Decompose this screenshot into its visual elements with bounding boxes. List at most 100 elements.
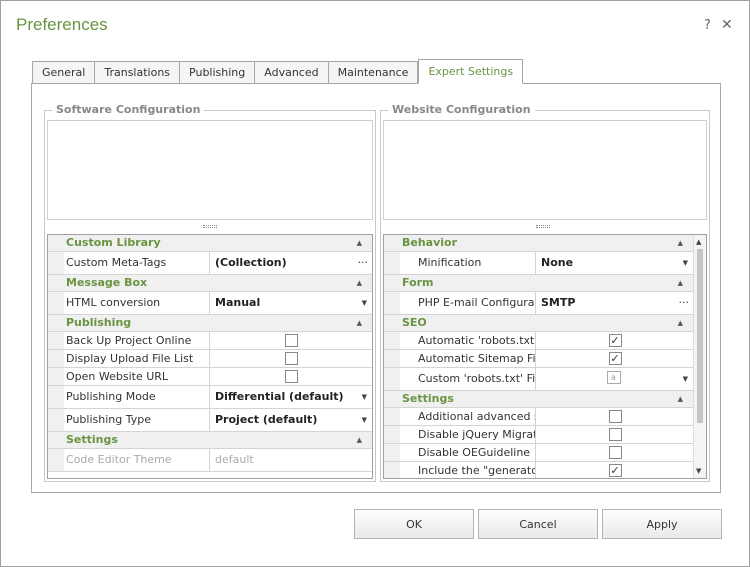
dropdown-arrow-icon[interactable]: ▼	[362, 409, 367, 431]
collapse-icon[interactable]: ▲	[678, 235, 683, 251]
property-value[interactable]: Project (default) ▼	[210, 409, 372, 431]
property-name: PHP E-mail Configuration	[400, 292, 536, 314]
software-configuration-group: Software Configuration Custom Library ▲ …	[44, 103, 376, 482]
property-row-open-website-url[interactable]: Open Website URL	[48, 368, 372, 386]
checkbox[interactable]	[285, 370, 298, 383]
property-row-auto-robots[interactable]: Automatic 'robots.txt' File ✓	[384, 332, 693, 350]
property-grid-website: Behavior ▲ Minification None ▼ Form ▲ PH…	[383, 234, 707, 479]
property-value[interactable]: Differential (default) ▼	[210, 386, 372, 408]
description-area	[47, 120, 373, 220]
category-settings[interactable]: Settings ▲	[384, 391, 693, 408]
property-row-custom-meta-tags[interactable]: Custom Meta-Tags (Collection) ···	[48, 252, 372, 275]
checkbox[interactable]	[285, 334, 298, 347]
property-value[interactable]: (Collection) ···	[210, 252, 372, 274]
ellipsis-button[interactable]: ···	[358, 252, 369, 274]
category-label: Form	[402, 276, 434, 289]
property-value[interactable]: Manual ▼	[210, 292, 372, 314]
checkbox[interactable]	[608, 428, 622, 441]
help-icon[interactable]: ?	[704, 18, 711, 33]
property-row-code-editor-theme: Code Editor Theme default	[48, 449, 372, 472]
collapse-icon[interactable]: ▲	[678, 315, 683, 331]
tab-advanced[interactable]: Advanced	[254, 61, 328, 84]
checkbox-checked[interactable]: ✓	[608, 464, 622, 477]
checkbox[interactable]	[608, 446, 622, 459]
property-row-publishing-type[interactable]: Publishing Type Project (default) ▼	[48, 409, 372, 432]
property-name: Disable OEGuideline	[400, 444, 536, 461]
splitter-handle[interactable]	[536, 225, 550, 228]
collapse-icon[interactable]: ▲	[357, 275, 362, 291]
category-message-box[interactable]: Message Box ▲	[48, 275, 372, 292]
tab-expert-settings[interactable]: Expert Settings	[418, 59, 524, 84]
preferences-dialog: Preferences ? ✕ General Translations Pub…	[0, 0, 750, 567]
property-name: Publishing Type	[64, 409, 210, 431]
property-name: Back Up Project Online	[64, 332, 210, 349]
checkbox[interactable]	[608, 410, 622, 423]
tab-translations[interactable]: Translations	[94, 61, 180, 84]
property-name: Display Upload File List	[64, 350, 210, 367]
property-row-html-conversion[interactable]: HTML conversion Manual ▼	[48, 292, 372, 315]
checkbox-checked[interactable]: ✓	[608, 352, 622, 365]
property-row-custom-robots[interactable]: Custom 'robots.txt' File a ▼	[384, 368, 693, 391]
description-area	[383, 120, 707, 220]
dropdown-arrow-icon[interactable]: ▼	[362, 386, 367, 408]
property-row-disable-jquery-migrate[interactable]: Disable jQuery Migrate	[384, 426, 693, 444]
scroll-down-icon[interactable]: ▼	[696, 467, 701, 475]
property-row-disable-oeguideline[interactable]: Disable OEGuideline	[384, 444, 693, 462]
property-row-include-generator[interactable]: Include the "generator" meta-tag ✓	[384, 462, 693, 478]
collapse-icon[interactable]: ▲	[678, 275, 683, 291]
collapse-icon[interactable]: ▲	[357, 432, 362, 448]
property-row-display-upload-list[interactable]: Display Upload File List	[48, 350, 372, 368]
vertical-scrollbar[interactable]: ▲ ▼	[693, 235, 706, 478]
property-value[interactable]: SMTP ···	[536, 292, 693, 314]
category-behavior[interactable]: Behavior ▲	[384, 235, 693, 252]
property-name: Additional advanced styles	[400, 408, 536, 425]
tab-maintenance[interactable]: Maintenance	[327, 61, 419, 84]
category-label: Settings	[402, 392, 454, 405]
category-seo[interactable]: SEO ▲	[384, 315, 693, 332]
property-value[interactable]: None ▼	[536, 252, 693, 274]
ok-button[interactable]: OK	[354, 509, 474, 539]
category-publishing[interactable]: Publishing ▲	[48, 315, 372, 332]
file-icon: a	[606, 371, 621, 384]
property-row-publishing-mode[interactable]: Publishing Mode Differential (default) ▼	[48, 386, 372, 409]
tab-bar: General Translations Publishing Advanced…	[32, 59, 524, 84]
collapse-icon[interactable]: ▲	[357, 315, 362, 331]
group-title-software: Software Configuration	[52, 103, 205, 116]
collapse-icon[interactable]: ▲	[678, 391, 683, 407]
apply-button[interactable]: Apply	[602, 509, 722, 539]
property-row-back-up-project[interactable]: Back Up Project Online	[48, 332, 372, 350]
ellipsis-button[interactable]: ···	[679, 292, 690, 314]
property-name: Custom 'robots.txt' File	[400, 368, 536, 390]
category-form[interactable]: Form ▲	[384, 275, 693, 292]
dropdown-arrow-icon[interactable]: ▼	[683, 252, 688, 274]
property-name: Custom Meta-Tags	[64, 252, 210, 274]
category-settings[interactable]: Settings ▲	[48, 432, 372, 449]
category-custom-library[interactable]: Custom Library ▲	[48, 235, 372, 252]
website-configuration-group: Website Configuration Behavior ▲ Minific…	[380, 103, 710, 482]
dropdown-arrow-icon[interactable]: ▼	[683, 368, 688, 390]
category-label: Behavior	[402, 236, 458, 249]
property-value: default	[215, 453, 254, 466]
property-row-minification[interactable]: Minification None ▼	[384, 252, 693, 275]
close-icon[interactable]: ✕	[721, 17, 733, 33]
dropdown-arrow-icon[interactable]: ▼	[362, 292, 367, 314]
property-row-php-email[interactable]: PHP E-mail Configuration SMTP ···	[384, 292, 693, 315]
property-row-additional-styles[interactable]: Additional advanced styles	[384, 408, 693, 426]
scroll-thumb[interactable]	[697, 249, 703, 423]
property-name: Include the "generator" meta-tag	[400, 462, 536, 478]
tab-page-expert-settings: Software Configuration Custom Library ▲ …	[31, 83, 721, 493]
category-label: Publishing	[66, 316, 132, 329]
collapse-icon[interactable]: ▲	[357, 235, 362, 251]
tab-general[interactable]: General	[32, 61, 95, 84]
property-row-auto-sitemap[interactable]: Automatic Sitemap File ✓	[384, 350, 693, 368]
splitter-handle[interactable]	[203, 225, 217, 228]
property-name: Disable jQuery Migrate	[400, 426, 536, 443]
tab-publishing[interactable]: Publishing	[179, 61, 255, 84]
category-label: Settings	[66, 433, 118, 446]
cancel-button[interactable]: Cancel	[478, 509, 598, 539]
checkbox[interactable]	[285, 352, 298, 365]
property-value[interactable]: a ▼	[536, 368, 693, 390]
checkbox-checked[interactable]: ✓	[608, 334, 622, 347]
scroll-up-icon[interactable]: ▲	[696, 238, 701, 246]
property-name: Automatic 'robots.txt' File	[400, 332, 536, 349]
